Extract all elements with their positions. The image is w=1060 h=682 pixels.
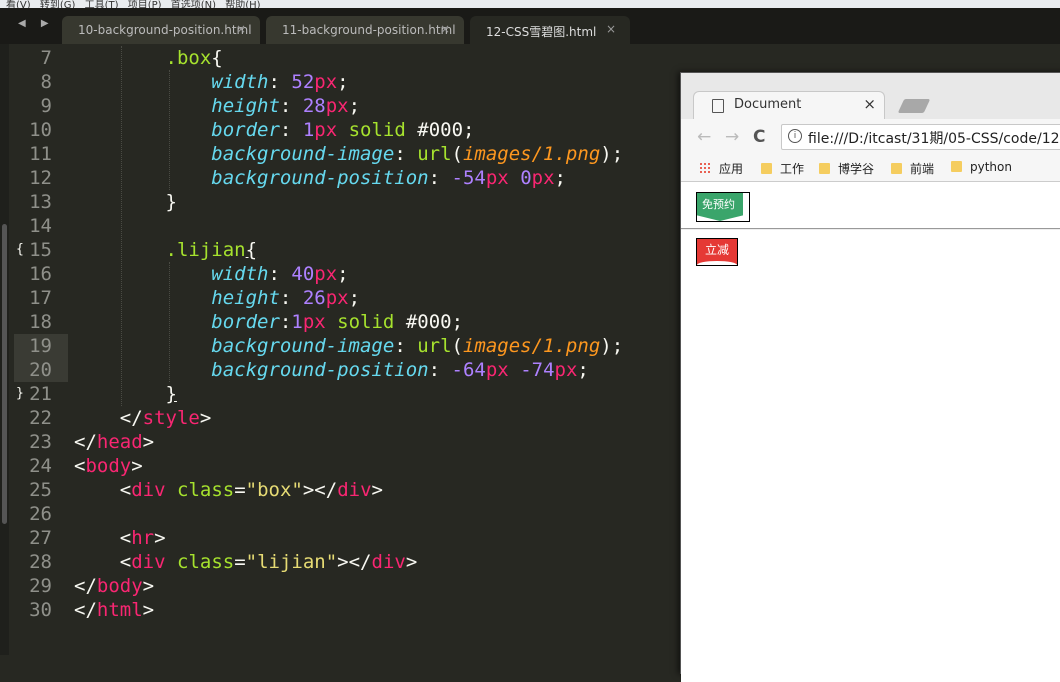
browser-toolbar: ← → C i file:///D:/itcast/31期/05-CSS/cod… bbox=[681, 119, 1060, 155]
horizontal-rule bbox=[681, 228, 1060, 230]
bookmark-boxuegu[interactable]: 博学谷 bbox=[819, 160, 874, 177]
code-line: 12 background-position: -54px 0px; bbox=[29, 167, 566, 189]
folder-icon bbox=[951, 161, 962, 172]
code-line: 9 height: 28px; bbox=[40, 95, 361, 117]
code-line: 7 .box{ bbox=[40, 47, 223, 69]
free-booking-badge: 免预约 bbox=[697, 193, 743, 221]
info-icon[interactable]: i bbox=[788, 129, 802, 143]
browser-tab-title: Document bbox=[734, 97, 802, 112]
code-line: 23 </head> bbox=[29, 431, 155, 453]
menu-view[interactable]: 看(V) bbox=[6, 0, 31, 8]
folder-icon bbox=[891, 163, 902, 174]
address-text: file:///D:/itcast/31期/05-CSS/code/12- bbox=[808, 131, 1060, 147]
folder-icon bbox=[819, 163, 830, 174]
tab-close-icon[interactable]: × bbox=[606, 22, 616, 36]
code-line: 29 </body> bbox=[29, 575, 155, 597]
folder-icon bbox=[761, 163, 772, 174]
browser-window: Document × ← → C i file:///D:/itcast/31期… bbox=[680, 72, 1060, 682]
code-line: 25 <div class="box"></div> bbox=[29, 479, 383, 501]
tab-10-background-position[interactable]: 10-background-position.html × bbox=[62, 16, 260, 44]
tab-nav-arrows[interactable]: ◀ ▶ bbox=[18, 18, 55, 29]
code-line: 27 <hr> bbox=[29, 527, 166, 549]
menu-project[interactable]: 项目(P) bbox=[128, 0, 162, 8]
code-line: 16 width: 40px; bbox=[29, 263, 349, 285]
editor-tab-bar: ◀ ▶ 10-background-position.html × 11-bac… bbox=[0, 8, 1060, 44]
code-line: 30 </html> bbox=[29, 599, 155, 621]
new-tab-button[interactable] bbox=[897, 99, 931, 113]
code-line: 19 background-image: url(images/1.png); bbox=[29, 335, 624, 357]
code-line: 26 bbox=[29, 503, 52, 525]
tab-label: 12-CSS雪碧图.html bbox=[486, 25, 597, 39]
page-content: 免预约 立减 bbox=[681, 182, 1060, 682]
forward-arrow-icon[interactable]: → bbox=[725, 127, 739, 147]
box-sprite: 免预约 bbox=[696, 192, 750, 222]
close-icon[interactable]: × bbox=[863, 95, 876, 113]
code-line: 13 } bbox=[29, 191, 177, 213]
wave-decoration bbox=[697, 261, 737, 265]
bookmark-apps[interactable]: 应用 bbox=[699, 160, 743, 177]
lijian-sprite: 立减 bbox=[696, 238, 738, 266]
menu-bar: 看(V) 转到(G) 工具(T) 项目(P) 首选项(N) 帮助(H) bbox=[0, 0, 1060, 8]
tab-close-icon[interactable]: × bbox=[236, 22, 246, 36]
menu-goto[interactable]: 转到(G) bbox=[40, 0, 76, 8]
code-line: 18 border:1px solid #000; bbox=[29, 311, 464, 333]
code-line: 10 border: 1px solid #000; bbox=[29, 119, 475, 141]
code-line: 8 width: 52px; bbox=[40, 71, 349, 93]
bookmarks-bar: 应用 工作 博学谷 前端 python bbox=[681, 155, 1060, 182]
document-icon bbox=[712, 99, 724, 113]
code-editor[interactable]: 7 .box{ 8 width: 52px; 9 height: 28px; 1… bbox=[0, 46, 680, 622]
bookmark-frontend[interactable]: 前端 bbox=[891, 160, 934, 177]
tab-11-background-position[interactable]: 11-background-position.html × bbox=[266, 16, 464, 44]
bookmark-work[interactable]: 工作 bbox=[761, 160, 804, 177]
address-bar[interactable]: i file:///D:/itcast/31期/05-CSS/code/12- bbox=[781, 124, 1060, 150]
code-line: {15 .lijian{ bbox=[16, 239, 258, 261]
menu-preferences[interactable]: 首选项(N) bbox=[171, 0, 216, 8]
browser-tab-strip: Document × bbox=[681, 73, 1060, 120]
discount-label: 立减 bbox=[704, 243, 729, 257]
browser-tab-document[interactable]: Document × bbox=[693, 91, 885, 120]
apps-grid-icon bbox=[699, 162, 711, 174]
tab-12-css-sprite[interactable]: 12-CSS雪碧图.html × bbox=[470, 16, 630, 44]
code-line: 28 <div class="lijian"></div> bbox=[29, 551, 418, 573]
tab-label: 10-background-position.html bbox=[78, 23, 252, 37]
code-line: 24 <body> bbox=[29, 455, 143, 477]
back-arrow-icon[interactable]: ← bbox=[697, 127, 711, 147]
code-line: } 21 } bbox=[16, 383, 177, 405]
code-line: 17 height: 26px; bbox=[29, 287, 361, 309]
tab-label: 11-background-position.html bbox=[282, 23, 456, 37]
tab-close-icon[interactable]: × bbox=[440, 22, 450, 36]
menu-help[interactable]: 帮助(H) bbox=[225, 0, 260, 8]
reload-icon[interactable]: C bbox=[753, 127, 765, 147]
bookmark-python[interactable]: python bbox=[951, 160, 1012, 174]
menu-tools[interactable]: 工具(T) bbox=[85, 0, 119, 8]
code-line: 11 background-image: url(images/1.png); bbox=[29, 143, 624, 165]
code-line: 22 </style> bbox=[29, 407, 212, 429]
code-line: 14 bbox=[29, 215, 52, 237]
code-line: 20 background-position: -64px -74px; bbox=[29, 359, 589, 381]
